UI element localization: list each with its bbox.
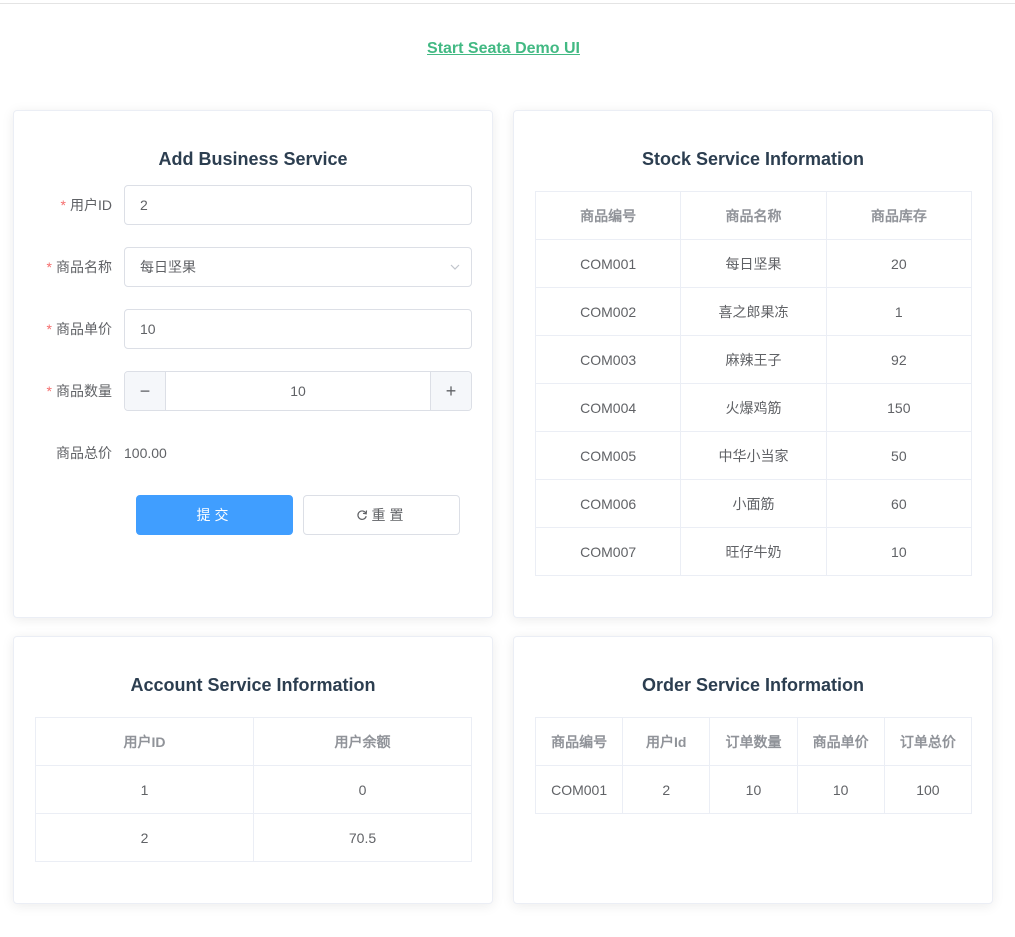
order-table: 商品编号 用户Id 订单数量 商品单价 订单总价 COM001 2 10 10 …	[534, 717, 973, 814]
table-cell: 60	[825, 479, 973, 528]
table-cell: COM002	[534, 287, 682, 336]
table-cell: 10	[796, 765, 885, 814]
table-cell: 每日坚果	[680, 239, 827, 288]
table-cell: 喜之郎果冻	[680, 287, 827, 336]
table-row: 2 70.5	[35, 813, 472, 862]
table-cell: 10	[709, 765, 798, 814]
table-cell: COM007	[534, 527, 682, 576]
table-cell: 150	[825, 383, 973, 432]
table-header-row: 用户ID 用户余额	[35, 717, 472, 766]
start-demo-link[interactable]: Start Seata Demo UI	[0, 40, 1007, 58]
table-row: COM007 旺仔牛奶 10	[534, 527, 973, 576]
table-row: COM001 2 10 10 100	[534, 765, 973, 814]
table-row: 10	[35, 765, 472, 814]
top-divider	[0, 3, 1015, 4]
chevron-down-icon	[450, 264, 460, 270]
table-cell: 1	[35, 765, 254, 814]
table-cell: COM004	[534, 383, 682, 432]
table-cell: COM001	[534, 239, 682, 288]
total-row: 商品总价 100.00	[14, 433, 492, 473]
table-cell: COM003	[534, 335, 682, 384]
user-id-label: * 用户ID	[60, 197, 112, 213]
unit-price-row: * 商品单价 10	[14, 309, 492, 349]
submit-button[interactable]: 提交	[136, 495, 293, 535]
business-card-title: Add Business Service	[158, 149, 348, 169]
quantity-row: * 商品数量 − 10 +	[14, 371, 492, 411]
col-header: 商品编号	[534, 191, 682, 240]
table-cell: 1	[825, 287, 973, 336]
order-card-title: Order Service Information	[641, 675, 865, 695]
account-card-title: Account Service Information	[130, 675, 376, 695]
table-cell: 0	[253, 765, 472, 814]
quantity-label: * 商品数量	[46, 383, 112, 399]
table-cell: COM001	[534, 765, 624, 814]
table-header-row: 商品编号 商品名称 商品库存	[534, 191, 973, 240]
table-cell: 2	[622, 765, 711, 814]
product-name-select[interactable]: 每日坚果	[124, 247, 472, 287]
stock-table: 商品编号 商品名称 商品库存 COM001 每日坚果 20 COM002 喜之郎果冻 1…	[534, 191, 973, 576]
quantity-stepper[interactable]: − 10 +	[124, 371, 472, 411]
table-cell: COM006	[534, 479, 682, 528]
table-header-row: 商品编号 用户Id 订单数量 商品单价 订单总价	[534, 717, 973, 766]
col-header: 用户ID	[35, 717, 254, 766]
total-value: 100.00	[124, 445, 167, 461]
unit-price-input[interactable]: 10	[124, 309, 472, 349]
decrease-button[interactable]: −	[125, 372, 166, 410]
table-cell: 92	[825, 335, 973, 384]
table-row: COM001 每日坚果 20	[534, 239, 973, 288]
col-header: 用户余额	[253, 717, 472, 766]
col-header: 商品编号	[534, 717, 624, 766]
table-row: COM004 火爆鸡筋 150	[534, 383, 973, 432]
form-actions: 提交 重置	[14, 495, 492, 535]
col-header: 商品单价	[796, 717, 885, 766]
col-header: 商品库存	[825, 191, 973, 240]
table-cell: 100	[883, 765, 973, 814]
total-label: 商品总价	[56, 445, 112, 461]
table-cell: 20	[825, 239, 973, 288]
table-cell: 小面筋	[680, 479, 827, 528]
product-name-row: * 商品名称 每日坚果	[14, 247, 492, 287]
table-cell: 火爆鸡筋	[680, 383, 827, 432]
table-cell: COM005	[534, 431, 682, 480]
table-cell: 50	[825, 431, 973, 480]
col-header: 商品名称	[680, 191, 827, 240]
table-cell: 2	[35, 813, 254, 862]
table-row: COM006 小面筋 60	[534, 479, 973, 528]
increase-button[interactable]: +	[430, 372, 471, 410]
reset-button[interactable]: 重置	[303, 495, 460, 535]
quantity-value[interactable]: 10	[166, 372, 430, 410]
table-row: COM005 中华小当家 50	[534, 431, 973, 480]
table-cell: 10	[825, 527, 973, 576]
table-cell: 70.5	[253, 813, 472, 862]
account-card: Account Service Information 用户ID 用户余额 10…	[13, 636, 493, 904]
col-header: 订单数量	[709, 717, 798, 766]
product-name-value: 每日坚果	[140, 259, 196, 275]
col-header: 用户Id	[622, 717, 711, 766]
col-header: 订单总价	[883, 717, 973, 766]
account-table: 用户ID 用户余额 10 2 70.5	[35, 717, 472, 862]
table-row: COM002 喜之郎果冻 1	[534, 287, 973, 336]
user-id-input[interactable]: 2	[124, 185, 472, 225]
business-card: Add Business Service * 用户ID 2 * 商品名称 每日坚果 …	[13, 110, 493, 618]
unit-price-label: * 商品单价	[46, 321, 112, 337]
table-row: COM003 麻辣王子 92	[534, 335, 973, 384]
table-cell: 旺仔牛奶	[680, 527, 827, 576]
order-card: Order Service Information 商品编号 用户Id 订单数量…	[513, 636, 993, 904]
table-cell: 麻辣王子	[680, 335, 827, 384]
table-cell: 中华小当家	[680, 431, 827, 480]
product-name-label: * 商品名称	[46, 259, 112, 275]
refresh-icon	[356, 510, 367, 520]
stock-card-title: Stock Service Information	[641, 149, 865, 169]
stock-card: Stock Service Information 商品编号 商品名称 商品库存…	[513, 110, 993, 618]
reset-label: 重置	[371, 507, 408, 523]
user-id-row: * 用户ID 2	[14, 185, 492, 225]
